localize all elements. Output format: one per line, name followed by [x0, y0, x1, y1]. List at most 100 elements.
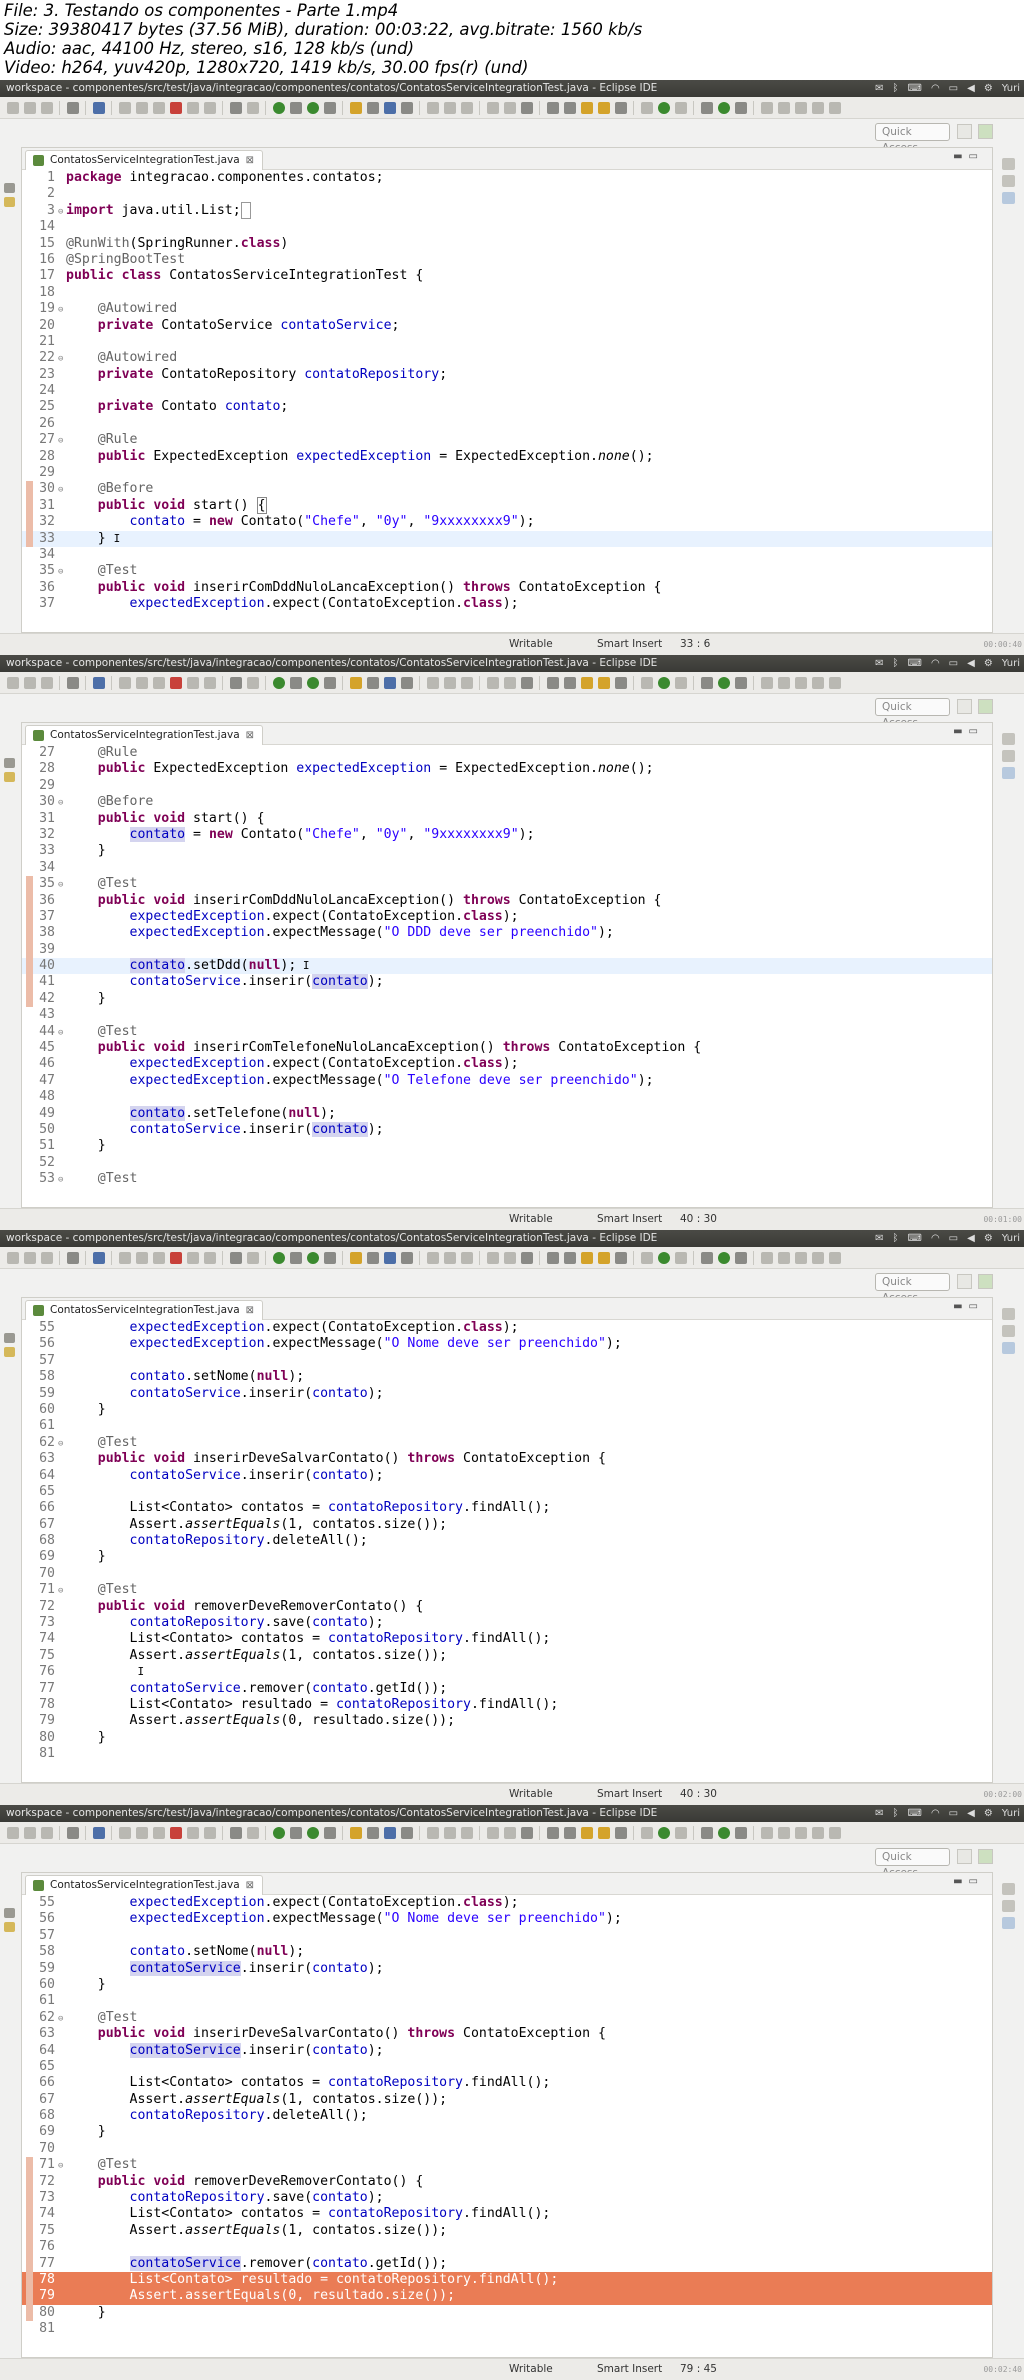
- toolbar-button-icon[interactable]: [92, 1251, 105, 1264]
- battery-icon[interactable]: ▭: [949, 1230, 958, 1247]
- code-text[interactable]: List<Contato> contatos = contatoReposito…: [66, 2206, 551, 2221]
- toolbar-button-icon[interactable]: [760, 101, 773, 114]
- toolbar-button-icon[interactable]: [717, 101, 730, 114]
- toolbar-button-icon[interactable]: [246, 101, 259, 114]
- code-line[interactable]: 75 Assert.assertEquals(1, contatos.size(…: [22, 2222, 992, 2240]
- toolbar-button-icon[interactable]: [717, 676, 730, 689]
- code-line[interactable]: 76 I: [22, 1664, 992, 1680]
- code-text[interactable]: I: [66, 1664, 144, 1679]
- code-text[interactable]: List<Contato> contatos = contatoReposito…: [66, 2075, 551, 2090]
- toolbar-button-icon[interactable]: [229, 676, 242, 689]
- toolbar-button-icon[interactable]: [734, 676, 747, 689]
- code-text[interactable]: public void removerDeveRemoverContato() …: [66, 2174, 424, 2189]
- code-line[interactable]: 74 List<Contato> contatos = contatoRepos…: [22, 1631, 992, 1647]
- toolbar-button-icon[interactable]: [563, 101, 576, 114]
- java-perspective-icon[interactable]: [978, 1849, 993, 1864]
- code-text[interactable]: public void inserirComTelefoneNuloLancaE…: [66, 1040, 701, 1055]
- code-text[interactable]: @Test: [66, 1435, 138, 1450]
- code-line[interactable]: 21: [22, 334, 992, 350]
- volume-icon[interactable]: ◀: [967, 80, 975, 97]
- code-line[interactable]: 71 ⊖ @Test: [22, 1582, 992, 1598]
- mail-icon[interactable]: ✉: [875, 1230, 883, 1247]
- code-line[interactable]: 80 }: [22, 2304, 992, 2322]
- code-area[interactable]: 55 expectedException.expect(ContatoExcep…: [22, 1320, 992, 1760]
- fold-toggle-icon[interactable]: ⊖: [58, 2158, 66, 2174]
- toolbar-button-icon[interactable]: [289, 676, 302, 689]
- java-perspective-icon[interactable]: [978, 124, 993, 139]
- code-text[interactable]: expectedException.expectMessage("O DDD d…: [66, 925, 614, 940]
- code-line[interactable]: 30 ⊖ @Before: [22, 481, 992, 499]
- toolbar-button-icon[interactable]: [777, 101, 790, 114]
- code-line[interactable]: 70: [22, 2141, 992, 2157]
- toolbar-button-icon[interactable]: [520, 676, 533, 689]
- perspective-icon[interactable]: [957, 699, 972, 714]
- toolbar-button-icon[interactable]: [400, 1826, 413, 1839]
- code-line[interactable]: 29: [22, 465, 992, 481]
- gear-icon[interactable]: ⚙: [984, 655, 993, 672]
- toolbar-button-icon[interactable]: [657, 1826, 670, 1839]
- code-line[interactable]: 64 contatoService.inserir(contato);: [22, 1468, 992, 1484]
- toolbar-button-icon[interactable]: [383, 1826, 396, 1839]
- code-text[interactable]: @Test: [66, 1024, 138, 1039]
- toolbar-button-icon[interactable]: [272, 676, 285, 689]
- tab-contatos-service-integration-test[interactable]: ContatosServiceIntegrationTest.java ⊠: [25, 1875, 264, 1895]
- code-line[interactable]: 53 ⊖ @Test: [22, 1171, 992, 1185]
- toolbar-button-icon[interactable]: [366, 676, 379, 689]
- code-text[interactable]: Assert.assertEquals(1, contatos.size());: [66, 2092, 448, 2107]
- code-line[interactable]: 73 contatoRepository.save(contato);: [22, 2190, 992, 2207]
- code-line[interactable]: 1 package integracao.componentes.contatos…: [22, 170, 992, 186]
- bluetooth-icon[interactable]: ᛒ: [893, 80, 899, 97]
- toolbar-button-icon[interactable]: [811, 676, 824, 689]
- toolbar-button-icon[interactable]: [229, 1826, 242, 1839]
- toolbar-button-icon[interactable]: [614, 1826, 627, 1839]
- toolbar-button-icon[interactable]: [152, 1826, 165, 1839]
- code-line[interactable]: 57: [22, 1353, 992, 1369]
- fold-toggle-icon[interactable]: ⊖: [58, 795, 66, 811]
- gear-icon[interactable]: ⚙: [984, 1805, 993, 1822]
- toolbar-button-icon[interactable]: [460, 1826, 473, 1839]
- toolbar-button-icon[interactable]: [546, 101, 559, 114]
- toolbar-button-icon[interactable]: [700, 1826, 713, 1839]
- code-text[interactable]: contatoService.remover(contato.getId());: [66, 1681, 448, 1696]
- toolbar-button-icon[interactable]: [118, 676, 131, 689]
- wifi-icon[interactable]: ◠: [931, 1230, 940, 1247]
- code-text[interactable]: public class ContatosServiceIntegrationT…: [66, 268, 423, 283]
- toolbar-button-icon[interactable]: [597, 676, 610, 689]
- fold-toggle-icon[interactable]: ⊖: [58, 1436, 66, 1452]
- code-text[interactable]: public void inserirComDddNuloLancaExcept…: [66, 893, 662, 908]
- code-line[interactable]: 68 contatoRepository.deleteAll();: [22, 2108, 992, 2124]
- code-line[interactable]: 39: [22, 941, 992, 959]
- toolbar-button-icon[interactable]: [426, 676, 439, 689]
- code-text[interactable]: Assert.assertEquals(0, resultado.size())…: [66, 2288, 456, 2303]
- code-text[interactable]: private ContatoRepository contatoReposit…: [66, 367, 447, 382]
- mail-icon[interactable]: ✉: [875, 80, 883, 97]
- restore-icon[interactable]: [1002, 1883, 1015, 1895]
- toolbar-button-icon[interactable]: [203, 676, 216, 689]
- code-line[interactable]: 63 public void inserirDeveSalvarContato(…: [22, 1451, 992, 1467]
- user-name[interactable]: Yuri: [1002, 655, 1020, 672]
- code-text[interactable]: @Rule: [66, 432, 138, 447]
- code-line[interactable]: 37 expectedException.expect(ContatoExcep…: [22, 596, 992, 610]
- toolbar-button-icon[interactable]: [794, 676, 807, 689]
- toolbar-button-icon[interactable]: [135, 1251, 148, 1264]
- code-text[interactable]: contato = new Contato("Chefe", "0y", "9x…: [66, 826, 535, 842]
- bluetooth-icon[interactable]: ᛒ: [893, 655, 899, 672]
- toolbar-button-icon[interactable]: [349, 101, 362, 114]
- toolbar-button-icon[interactable]: [6, 101, 19, 114]
- code-line[interactable]: 55 expectedException.expect(ContatoExcep…: [22, 1320, 992, 1336]
- toolbar-button-icon[interactable]: [503, 676, 516, 689]
- code-text[interactable]: contato.setDdd(null); I: [66, 958, 310, 974]
- toolbar-button-icon[interactable]: [563, 676, 576, 689]
- user-name[interactable]: Yuri: [1002, 1805, 1020, 1822]
- restore-icon[interactable]: [1002, 733, 1015, 745]
- code-text[interactable]: contatoService.inserir(contato);: [66, 2042, 384, 2058]
- toolbar-button-icon[interactable]: [186, 101, 199, 114]
- code-line[interactable]: 27 ⊖ @Rule: [22, 432, 992, 448]
- toolbar-button-icon[interactable]: [563, 1251, 576, 1264]
- code-text[interactable]: expectedException.expectMessage("O Telef…: [66, 1073, 654, 1088]
- code-text[interactable]: @Test: [66, 2010, 138, 2025]
- toolbar-button-icon[interactable]: [657, 676, 670, 689]
- gear-icon[interactable]: ⚙: [984, 1230, 993, 1247]
- toolbar-button-icon[interactable]: [66, 1826, 79, 1839]
- toolbar-button-icon[interactable]: [118, 101, 131, 114]
